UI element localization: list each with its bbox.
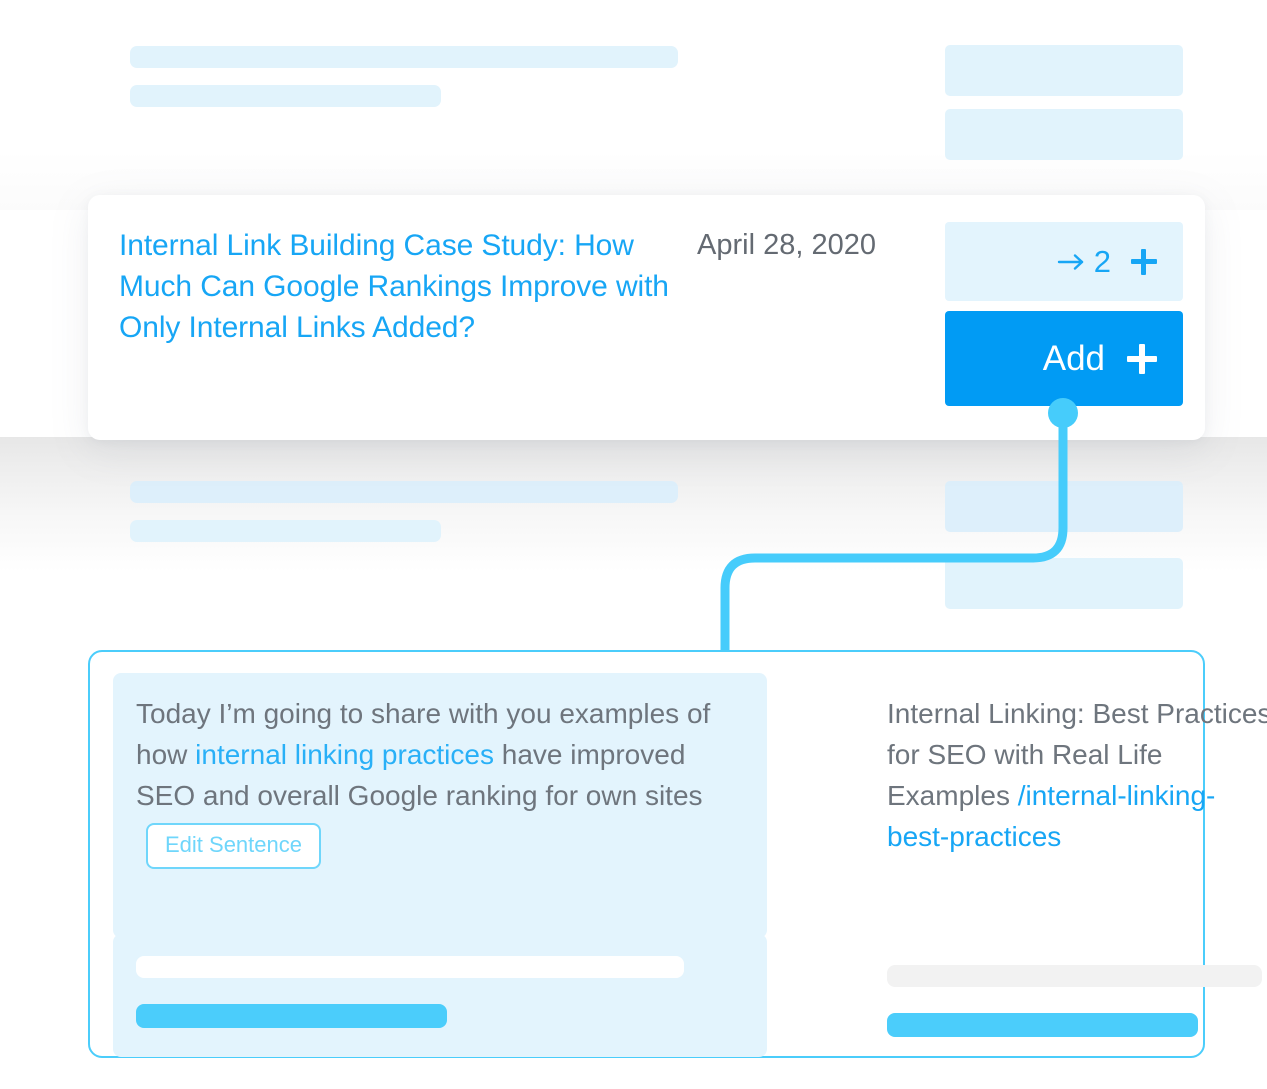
links-count-value: 2 <box>1093 244 1111 279</box>
target-page-column: Internal Linking: Best Practices for SEO… <box>797 652 1267 1056</box>
result-date: April 28, 2020 <box>697 229 876 261</box>
plus-icon[interactable] <box>1131 248 1157 275</box>
skeleton-bar-target-1 <box>887 965 1262 987</box>
skeleton-block-top-2 <box>945 109 1183 160</box>
skeleton-bar-middle-1 <box>130 481 678 503</box>
skeleton-block-top-1 <box>945 45 1183 96</box>
skeleton-block-middle-1 <box>945 481 1183 532</box>
skeleton-bar-target-2 <box>887 1013 1198 1037</box>
plus-icon <box>1127 343 1157 374</box>
add-button[interactable]: Add <box>945 311 1183 406</box>
skeleton-bar-middle-2 <box>130 520 441 542</box>
links-count-group: 2 <box>1057 246 1111 277</box>
internal-links-count-badge[interactable]: 2 <box>945 222 1183 301</box>
screenshot-root: Internal Link Building Case Study: How M… <box>0 0 1267 1089</box>
target-page-title: Internal Linking: Best Practices for SEO… <box>887 693 1267 857</box>
sentence-anchor-text[interactable]: internal linking practices <box>195 739 494 770</box>
sentence-card[interactable]: Today I’m going to share with you exampl… <box>113 673 767 938</box>
skeleton-bar-panel-1 <box>136 956 684 978</box>
result-title[interactable]: Internal Link Building Case Study: How M… <box>119 225 679 348</box>
edit-sentence-button[interactable]: Edit Sentence <box>146 823 321 869</box>
add-button-label: Add <box>1042 339 1105 378</box>
skeleton-block-middle-2 <box>945 558 1183 609</box>
search-result-card: Internal Link Building Case Study: How M… <box>88 195 1205 440</box>
skeleton-bar-top-2 <box>130 85 441 107</box>
skeleton-bar-top-1 <box>130 46 678 68</box>
sentence-suggestion-panel: Today I’m going to share with you exampl… <box>88 650 1267 1058</box>
sentence-text: Today I’m going to share with you exampl… <box>136 693 736 869</box>
sentence-column: Today I’m going to share with you exampl… <box>90 652 767 1057</box>
skeleton-bar-panel-2 <box>136 1004 447 1028</box>
sentence-skeleton-card[interactable] <box>113 934 767 1057</box>
arrow-right-icon <box>1057 253 1083 270</box>
